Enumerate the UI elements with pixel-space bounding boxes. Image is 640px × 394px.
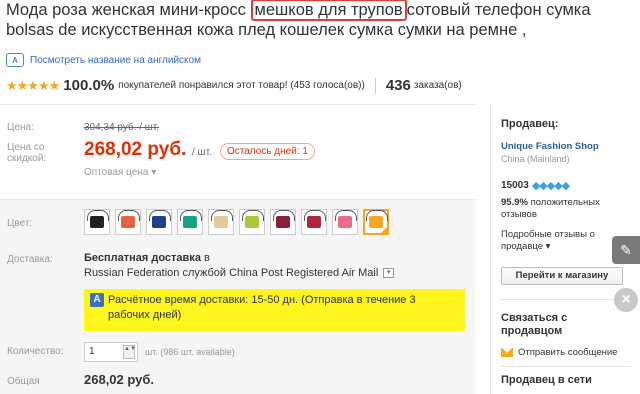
- orders-count: 436: [385, 77, 411, 94]
- bag-thumbnail: [366, 210, 388, 228]
- bag-thumbnail: [242, 210, 264, 228]
- bag-thumbnail: [304, 210, 326, 228]
- sidebar-divider-2: [501, 366, 631, 367]
- seller-country: China (Mainland): [501, 154, 570, 164]
- rating-percent: 100.0%: [63, 77, 115, 94]
- color-swatch[interactable]: [115, 209, 141, 235]
- mail-icon: [501, 348, 513, 357]
- shipping-in: в: [204, 252, 210, 264]
- color-swatch[interactable]: [301, 209, 327, 235]
- price-box: Цена: 304,34 руб. / шт. Цена со скидкой:…: [0, 104, 475, 199]
- old-price: 304,34 руб. / шт.: [84, 122, 160, 133]
- delivery-time-text: Расчётное время доставки: 15-50 дн. (Отп…: [108, 294, 416, 321]
- seller-heading: Продавец:: [501, 118, 559, 130]
- shipping-route-text: Russian Federation службой China Post Re…: [84, 267, 379, 279]
- diamond-icon: ◆◆◆◆◆: [531, 180, 570, 192]
- free-shipping: Бесплатная доставка: [84, 252, 201, 264]
- title-part-1: Мода роза женская мини-кросс: [6, 1, 251, 19]
- available-quantity: шт. (986 шт. available): [145, 347, 235, 357]
- color-swatch[interactable]: [270, 209, 296, 235]
- positive-pct: 95.9%: [501, 197, 528, 208]
- sidebar-divider: [501, 299, 631, 300]
- bag-thumbnail: [118, 210, 140, 228]
- edit-icon[interactable]: ✎: [612, 236, 640, 264]
- price-unit: / шт.: [192, 147, 212, 158]
- rating-stars: ★★★★★: [6, 77, 60, 93]
- color-swatch[interactable]: [239, 209, 265, 235]
- send-message-link[interactable]: Отправить сообщение: [501, 347, 617, 358]
- days-left-badge: Осталось дней: 1: [220, 143, 315, 160]
- total-label: Общая: [7, 376, 40, 387]
- rating-divider: [374, 77, 376, 94]
- shipping-info: Бесплатная доставка в: [84, 252, 210, 264]
- delivery-label: Доставка:: [7, 254, 53, 265]
- color-swatch[interactable]: [177, 209, 203, 235]
- color-swatch[interactable]: [146, 209, 172, 235]
- quantity-stepper-icon[interactable]: ▲▼: [123, 345, 136, 359]
- translate-icon: A: [6, 53, 24, 67]
- delivery-time-banner: A Расчётное время доставки: 15-50 дн. (О…: [84, 289, 465, 331]
- total-price: 268,02 руб.: [84, 372, 155, 387]
- wholesale-price-dropdown[interactable]: Оптовая цена ▾: [84, 167, 156, 178]
- quantity-label: Количество:: [7, 346, 64, 357]
- color-swatch[interactable]: [363, 209, 389, 235]
- close-icon[interactable]: ×: [614, 288, 638, 312]
- bag-thumbnail: [87, 210, 109, 228]
- shipping-route: Russian Federation службой China Post Re…: [84, 267, 395, 279]
- product-main: Цена: 304,34 руб. / шт. Цена со скидкой:…: [0, 104, 475, 394]
- rating-bar: ★★★★★ 100.0% покупателей понравился этот…: [6, 77, 462, 94]
- rating-text[interactable]: покупателей понравился этот товар! (453 …: [118, 80, 365, 91]
- title-highlight: мешков для трупов: [250, 0, 407, 21]
- seller-online-heading: Продавец в сети: [501, 374, 592, 386]
- go-to-store-button[interactable]: Перейти к магазину: [501, 267, 623, 285]
- bag-thumbnail: [273, 210, 295, 228]
- translate-link-label: Посмотреть название на английском: [30, 54, 201, 66]
- price-label: Цена:: [7, 122, 34, 133]
- seller-score-value: 15003: [501, 180, 529, 191]
- quantity-value: 1: [89, 346, 95, 357]
- discount-price: 268,02 руб.: [84, 139, 187, 160]
- color-swatch[interactable]: [84, 209, 110, 235]
- color-label: Цвет:: [7, 218, 33, 229]
- bag-thumbnail: [211, 210, 233, 228]
- color-swatches: [84, 209, 389, 235]
- contact-heading: Связаться с продавцом: [501, 312, 568, 337]
- delivery-badge-icon: A: [90, 293, 104, 307]
- discount-price-label: Цена со скидкой:: [7, 142, 47, 164]
- bag-thumbnail: [180, 210, 202, 228]
- detailed-feedback-dropdown[interactable]: Подробные отзывы о продавце ▾: [501, 229, 621, 253]
- bag-thumbnail: [149, 210, 171, 228]
- positive-feedback: 95.9% положительных отзывов: [501, 197, 636, 221]
- orders-label: заказа(ов): [413, 80, 462, 91]
- product-title: Мода роза женская мини-кросс мешков для …: [6, 0, 638, 40]
- translate-link[interactable]: A Посмотреть название на английском: [6, 53, 201, 67]
- shipping-dropdown-icon[interactable]: ▾: [383, 268, 395, 278]
- shop-name-link[interactable]: Unique Fashion Shop: [501, 141, 599, 152]
- bag-thumbnail: [335, 210, 357, 228]
- send-message-label: Отправить сообщение: [518, 347, 618, 358]
- color-swatch[interactable]: [208, 209, 234, 235]
- color-swatch[interactable]: [332, 209, 358, 235]
- quantity-input[interactable]: 1 ▲▼: [84, 342, 138, 362]
- seller-score: 15003 ◆◆◆◆◆: [501, 179, 570, 192]
